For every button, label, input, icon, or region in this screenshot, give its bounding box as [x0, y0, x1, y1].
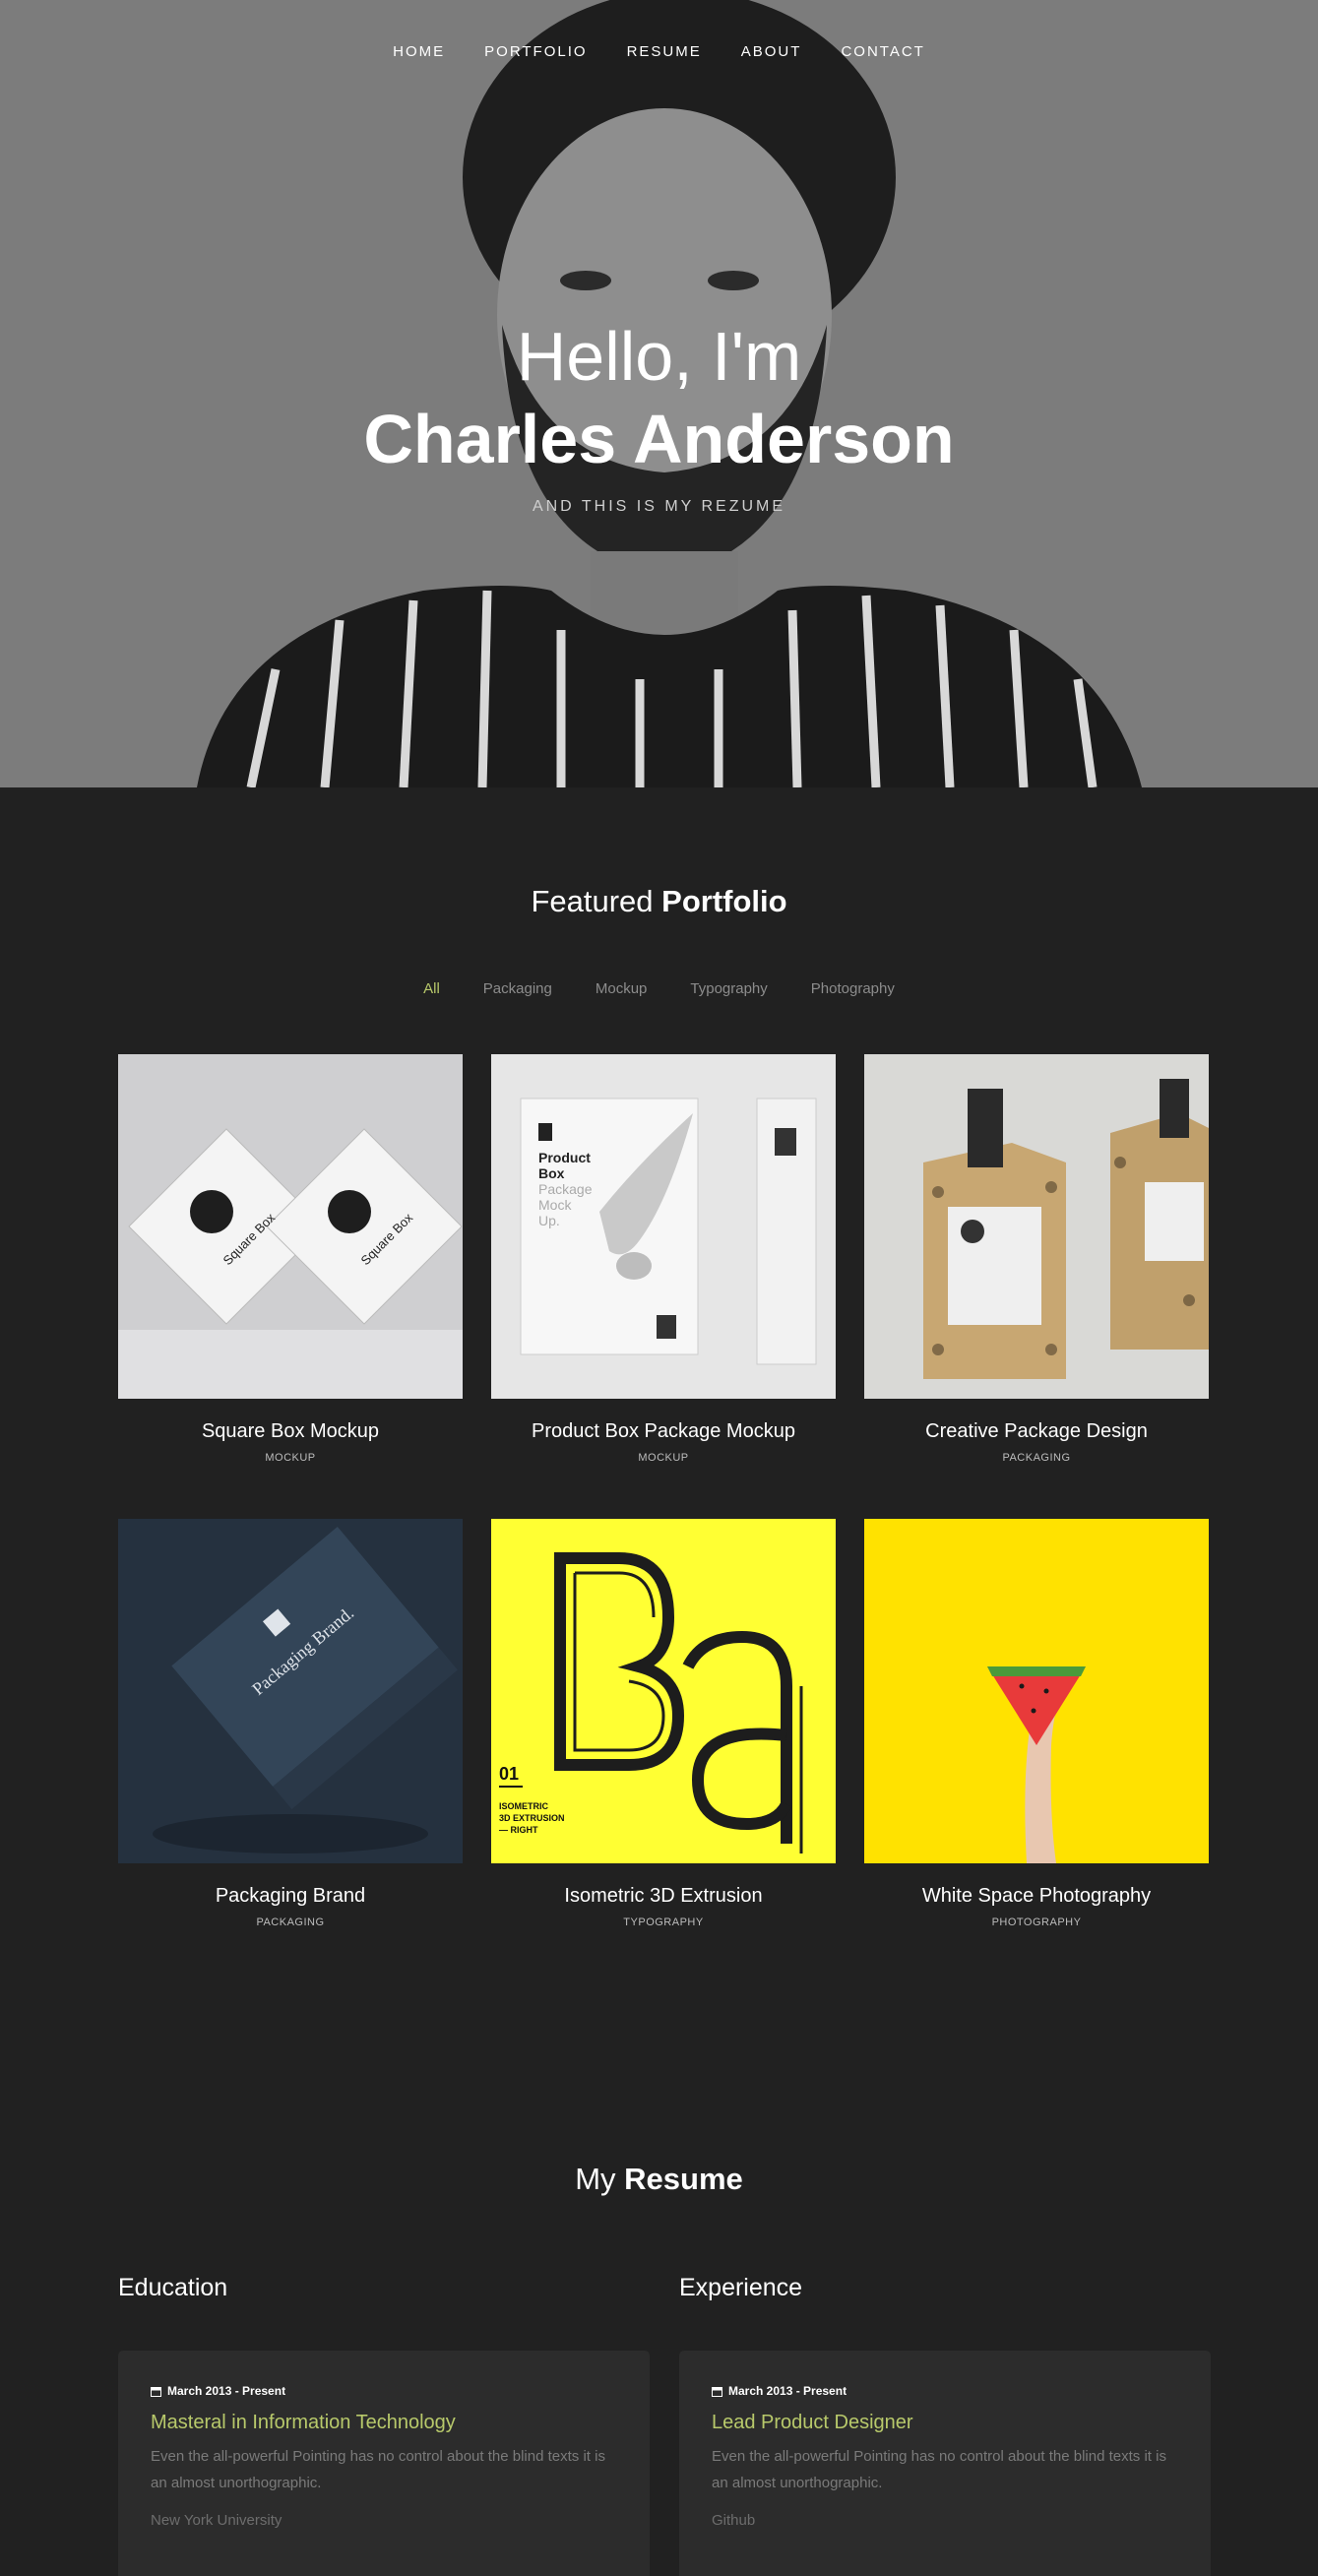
portfolio-item-category: PACKAGING	[256, 1916, 325, 1928]
portfolio-item[interactable]: Creative Package Design PACKAGING	[864, 1054, 1209, 1519]
svg-text:ISOMETRIC: ISOMETRIC	[499, 1801, 549, 1811]
filter-mockup[interactable]: Mockup	[596, 980, 648, 997]
filter-typography[interactable]: Typography	[690, 980, 767, 997]
education-description: Even the all-powerful Pointing has no co…	[151, 2448, 605, 2491]
experience-role: Lead Product Designer	[712, 2412, 913, 2433]
svg-text:3D EXTRUSION: 3D EXTRUSION	[499, 1813, 565, 1823]
portfolio-filters: All Packaging Mockup Typography Photogra…	[0, 980, 1318, 997]
portfolio-item-category: PACKAGING	[1002, 1452, 1071, 1464]
hero-name: Charles Anderson	[363, 401, 955, 477]
resume-heading-bold: Resume	[624, 2162, 743, 2196]
experience-organization: Github	[712, 2512, 756, 2529]
filter-packaging[interactable]: Packaging	[483, 980, 552, 997]
portfolio-item-title[interactable]: Creative Package Design	[864, 1420, 1209, 1443]
portfolio-item[interactable]: Square Box Square Box Square Box Mockup …	[118, 1054, 463, 1519]
nav-resume[interactable]: RESUME	[627, 43, 702, 60]
experience-description: Even the all-powerful Pointing has no co…	[712, 2448, 1166, 2491]
portfolio-thumb-white-space[interactable]	[864, 1519, 1209, 1863]
svg-text:Up.: Up.	[538, 1213, 560, 1228]
svg-text:Mock: Mock	[538, 1197, 572, 1213]
education-organization: New York University	[151, 2512, 282, 2529]
experience-date-text: March 2013 - Present	[728, 2384, 847, 2398]
portfolio-item[interactable]: 01 ISOMETRIC 3D EXTRUSION — RIGHT Isomet…	[491, 1519, 836, 1983]
portfolio-item-title[interactable]: Packaging Brand	[118, 1885, 463, 1908]
portfolio-item-title[interactable]: Square Box Mockup	[118, 1420, 463, 1443]
filter-photography[interactable]: Photography	[811, 980, 895, 997]
portfolio-grid: Square Box Square Box Square Box Mockup …	[118, 1054, 1210, 1983]
svg-text:— RIGHT: — RIGHT	[499, 1825, 538, 1835]
portfolio-item-category: MOCKUP	[638, 1452, 689, 1464]
education-heading: Education	[118, 2274, 228, 2301]
experience-card: March 2013 - Present Lead Product Design…	[679, 2351, 1211, 2576]
portfolio-heading-bold: Portfolio	[661, 884, 787, 918]
nav-about[interactable]: ABOUT	[741, 43, 802, 60]
nav-home[interactable]: HOME	[393, 43, 445, 60]
svg-text:Package: Package	[538, 1181, 593, 1197]
svg-text:01: 01	[499, 1764, 519, 1784]
portfolio-item-title[interactable]: Product Box Package Mockup	[491, 1420, 836, 1443]
hero-greeting: Hello, I'm	[516, 318, 802, 395]
hero-text: Hello, I'm Charles Anderson AND THIS IS …	[0, 315, 1318, 516]
portfolio-item-category: MOCKUP	[265, 1452, 316, 1464]
education-card: March 2013 - Present Masteral in Informa…	[118, 2351, 650, 2576]
portfolio-item-title[interactable]: White Space Photography	[864, 1885, 1209, 1908]
calendar-icon	[712, 2386, 722, 2397]
resume-heading: My Resume	[0, 2162, 1318, 2197]
svg-text:Box: Box	[538, 1165, 565, 1181]
portfolio-thumb-packaging-brand[interactable]: Packaging Brand.	[118, 1519, 463, 1863]
portfolio-item-title[interactable]: Isometric 3D Extrusion	[491, 1885, 836, 1908]
portfolio-thumb-isometric[interactable]: 01 ISOMETRIC 3D EXTRUSION — RIGHT	[491, 1519, 836, 1863]
portfolio-item[interactable]: Packaging Brand. Packaging Brand PACKAGI…	[118, 1519, 463, 1983]
portfolio-item-category: TYPOGRAPHY	[623, 1916, 704, 1928]
nav-portfolio[interactable]: PORTFOLIO	[484, 43, 587, 60]
svg-text:Product: Product	[538, 1150, 591, 1165]
education-date-text: March 2013 - Present	[167, 2384, 286, 2398]
hero-subtitle: AND THIS IS MY REZUME	[532, 498, 786, 515]
calendar-icon	[151, 2386, 161, 2397]
nav-contact[interactable]: CONTACT	[841, 43, 924, 60]
filter-all[interactable]: All	[423, 980, 440, 997]
portfolio-thumb-square-box[interactable]: Square Box Square Box	[118, 1054, 463, 1399]
portfolio-thumb-creative-package[interactable]	[864, 1054, 1209, 1399]
resume-heading-light: My	[575, 2162, 625, 2196]
hero-section: HOME PORTFOLIO RESUME ABOUT CONTACT Hell…	[0, 0, 1318, 787]
portfolio-item[interactable]: White Space Photography PHOTOGRAPHY	[864, 1519, 1209, 1983]
experience-heading: Experience	[679, 2274, 803, 2301]
portfolio-heading: Featured Portfolio	[0, 884, 1318, 919]
education-role: Masteral in Information Technology	[151, 2412, 456, 2433]
portfolio-item-category: PHOTOGRAPHY	[991, 1916, 1082, 1928]
portfolio-heading-light: Featured	[531, 884, 662, 918]
education-date: March 2013 - Present	[151, 2384, 617, 2398]
portfolio-item[interactable]: Product Box Package Mock Up. Product Box…	[491, 1054, 836, 1519]
main-nav: HOME PORTFOLIO RESUME ABOUT CONTACT	[0, 43, 1318, 60]
experience-date: March 2013 - Present	[712, 2384, 1178, 2398]
portfolio-thumb-product-box[interactable]: Product Box Package Mock Up.	[491, 1054, 836, 1399]
